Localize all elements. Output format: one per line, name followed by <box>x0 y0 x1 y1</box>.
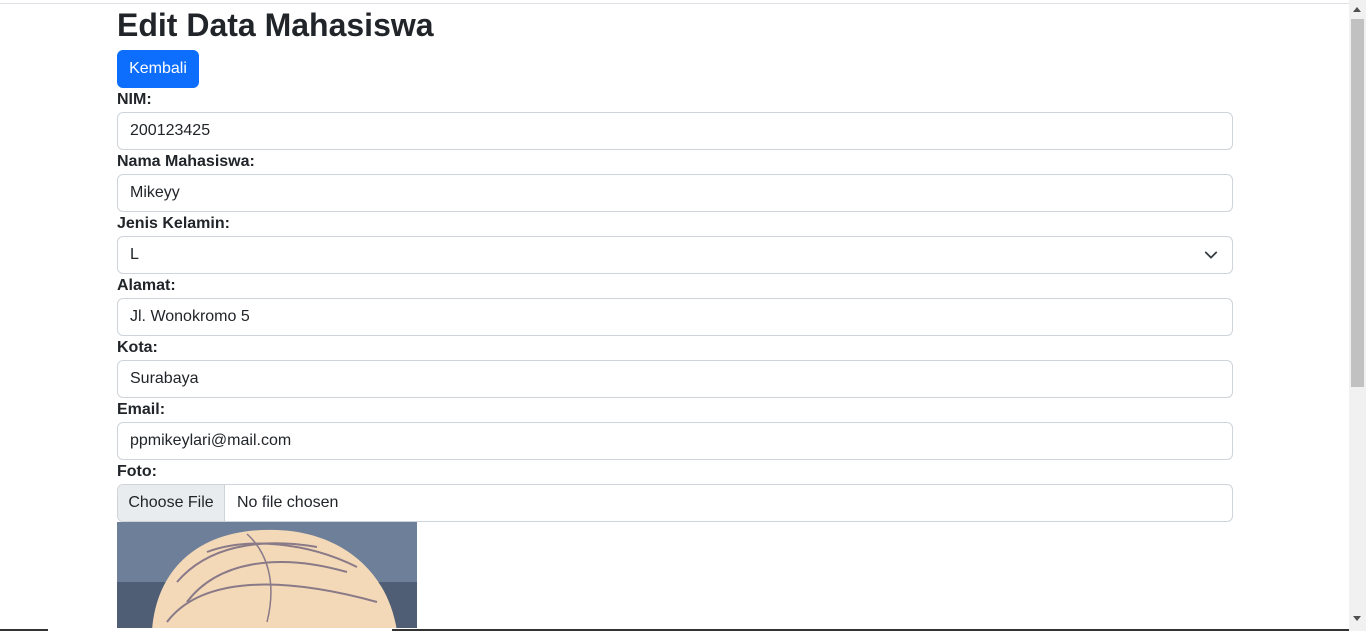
scroll-down-icon[interactable] <box>1353 616 1361 621</box>
scrollbar-thumb[interactable] <box>1351 19 1364 387</box>
alamat-group: Alamat: Jl. Wonokromo 5 <box>117 276 1233 336</box>
nim-input[interactable]: 200123425 <box>117 112 1233 150</box>
jenis-kelamin-select[interactable]: L <box>117 236 1233 274</box>
alamat-input[interactable]: Jl. Wonokromo 5 <box>117 298 1233 336</box>
kota-input[interactable]: Surabaya <box>117 360 1233 398</box>
alamat-label: Alamat: <box>117 277 176 294</box>
nama-group: Nama Mahasiswa: Mikeyy <box>117 152 1233 212</box>
kota-group: Kota: Surabaya <box>117 338 1233 398</box>
foto-file-input[interactable]: Choose File No file chosen <box>117 484 1233 522</box>
jenis-kelamin-group: Jenis Kelamin: L <box>117 214 1233 274</box>
back-button[interactable]: Kembali <box>117 50 199 88</box>
profile-photo <box>117 522 417 631</box>
top-divider <box>0 3 1349 4</box>
email-input[interactable]: ppmikeylari@mail.com <box>117 422 1233 460</box>
kota-label: Kota: <box>117 339 158 356</box>
nama-label: Nama Mahasiswa: <box>117 153 255 170</box>
nim-group: NIM: 200123425 <box>117 90 1233 150</box>
foto-label: Foto: <box>117 463 157 480</box>
email-group: Email: ppmikeylari@mail.com <box>117 400 1233 460</box>
jenis-kelamin-label: Jenis Kelamin: <box>117 215 230 232</box>
foto-group: Foto: Choose File No file chosen <box>117 462 1233 522</box>
chevron-down-icon <box>1204 251 1218 259</box>
file-status: No file chosen <box>237 494 339 511</box>
scroll-up-icon[interactable] <box>1353 7 1361 12</box>
jenis-kelamin-value: L <box>130 246 139 263</box>
nama-input[interactable]: Mikeyy <box>117 174 1233 212</box>
nim-label: NIM: <box>117 91 152 108</box>
email-label: Email: <box>117 401 166 418</box>
vertical-scrollbar[interactable] <box>1349 0 1366 631</box>
page-title: Edit Data Mahasiswa <box>117 7 434 43</box>
choose-file-button[interactable]: Choose File <box>118 485 225 521</box>
